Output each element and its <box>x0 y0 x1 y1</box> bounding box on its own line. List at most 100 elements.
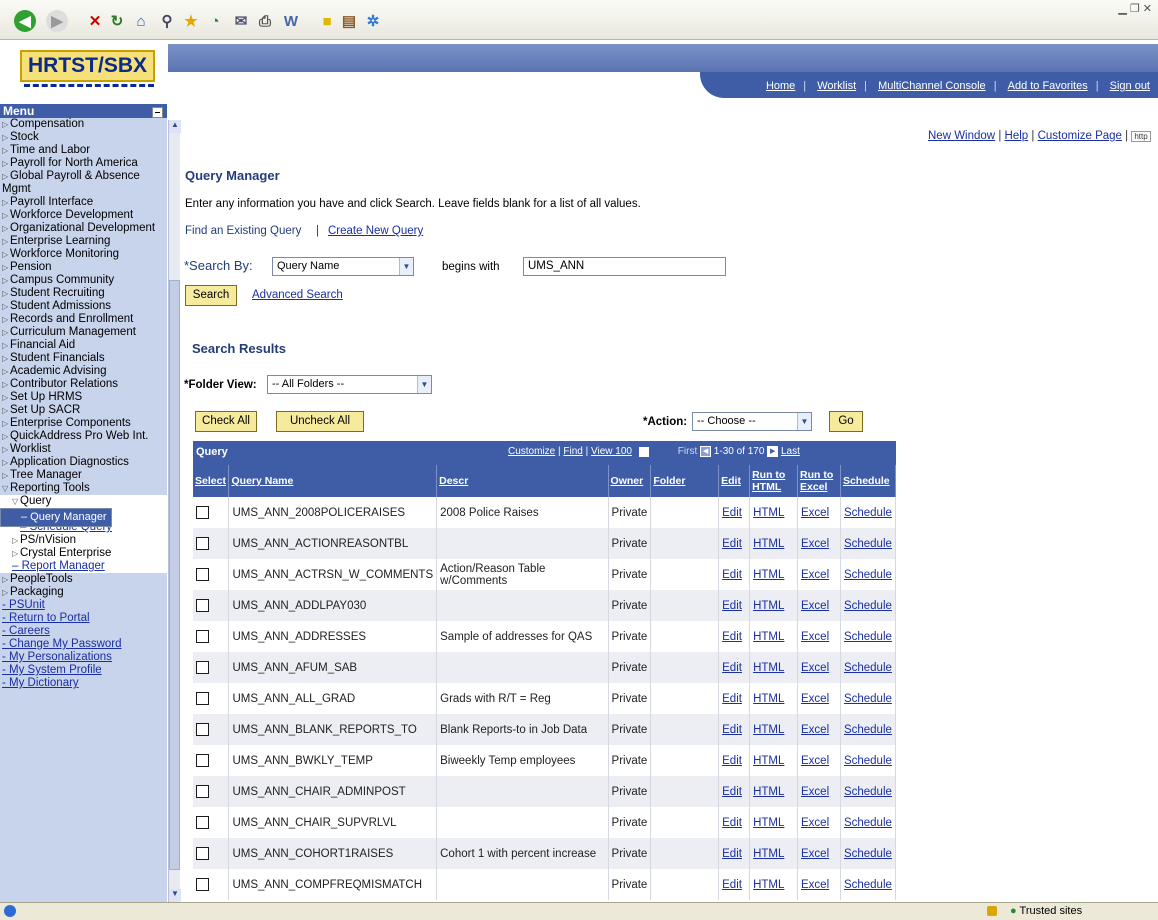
sidebar-scrollbar[interactable]: ▲ ▼ <box>168 120 181 902</box>
edit-link[interactable]: Edit <box>722 786 742 798</box>
edit-link[interactable]: Edit <box>722 662 742 674</box>
search-button[interactable]: Search <box>185 285 237 306</box>
sidebar-item[interactable]: ▷ Set Up SACR <box>0 404 167 417</box>
run-to-html-link[interactable]: HTML <box>753 693 784 705</box>
edit-link[interactable]: Edit <box>722 879 742 891</box>
edit-link[interactable]: Edit <box>722 507 742 519</box>
run-to-excel-link[interactable]: Excel <box>801 755 829 767</box>
sidebar-item[interactable]: ▷ Student Admissions <box>0 300 167 313</box>
column-schedule[interactable]: Schedule <box>840 465 897 497</box>
run-to-html-link[interactable]: HTML <box>753 538 784 550</box>
run-to-excel-link[interactable]: Excel <box>801 631 829 643</box>
messenger-icon[interactable]: ✲ <box>362 10 384 32</box>
run-to-html-link[interactable]: HTML <box>753 848 784 860</box>
run-to-html-link[interactable]: HTML <box>753 507 784 519</box>
first-label[interactable]: First <box>678 446 697 457</box>
sidebar-item[interactable]: – Query Manager <box>0 508 112 527</box>
run-to-html-link[interactable]: HTML <box>753 724 784 736</box>
sidebar-item[interactable]: ▷ Records and Enrollment <box>0 313 167 326</box>
sidebar-item[interactable]: ▷ Packaging <box>0 586 167 599</box>
schedule-link[interactable]: Schedule <box>844 631 892 643</box>
run-to-excel-link[interactable]: Excel <box>801 817 829 829</box>
run-to-html-link[interactable]: HTML <box>753 755 784 767</box>
mail-icon[interactable]: ✉ <box>230 10 252 32</box>
edit-link[interactable]: Edit <box>722 693 742 705</box>
sidebar-item[interactable]: ▷ Workforce Development <box>0 209 167 222</box>
row-checkbox[interactable] <box>196 723 209 736</box>
run-to-excel-link[interactable]: Excel <box>801 848 829 860</box>
edit-link[interactable]: Edit <box>722 724 742 736</box>
row-checkbox[interactable] <box>196 754 209 767</box>
find-existing-query-tab[interactable]: Find an Existing Query <box>185 225 301 237</box>
window-controls[interactable]: ▁ ❐ ✕ <box>1118 2 1152 15</box>
run-to-html-link[interactable]: HTML <box>753 879 784 891</box>
home-link[interactable]: Home <box>766 80 795 92</box>
action-select[interactable]: -- Choose -- ▼ <box>692 412 812 431</box>
run-to-excel-link[interactable]: Excel <box>801 600 829 612</box>
edit-link[interactable]: Edit <box>722 755 742 767</box>
sidebar-item[interactable]: ▷ PS/nVision <box>0 534 167 547</box>
last-link[interactable]: Last <box>781 446 800 457</box>
sidebar-item[interactable]: ▷ Financial Aid <box>0 339 167 352</box>
row-checkbox[interactable] <box>196 692 209 705</box>
sidebar-item[interactable]: ▷ Curriculum Management <box>0 326 167 339</box>
sidebar-item[interactable]: ▽ Query <box>0 495 167 508</box>
chevron-down-icon[interactable]: ▼ <box>797 413 811 430</box>
run-to-excel-link[interactable]: Excel <box>801 693 829 705</box>
run-to-html-link[interactable]: HTML <box>753 817 784 829</box>
customize-page-link[interactable]: Customize Page <box>1038 130 1122 142</box>
sidebar-item[interactable]: ▷ Crystal Enterprise <box>0 547 167 560</box>
sidebar-item[interactable]: ▷ Contributor Relations <box>0 378 167 391</box>
schedule-link[interactable]: Schedule <box>844 538 892 550</box>
scroll-down-icon[interactable]: ▼ <box>169 889 181 902</box>
run-to-html-link[interactable]: HTML <box>753 569 784 581</box>
scroll-thumb[interactable] <box>169 280 180 870</box>
edit-link[interactable]: Edit <box>722 631 742 643</box>
previous-icon[interactable]: ◀ <box>700 446 712 457</box>
row-checkbox[interactable] <box>196 568 209 581</box>
sidebar-item[interactable]: ▷ Organizational Development <box>0 222 167 235</box>
column-edit[interactable]: Edit <box>718 465 751 497</box>
sidebar-item[interactable]: ▷ Set Up HRMS <box>0 391 167 404</box>
sidebar-item[interactable]: ▷ Pension <box>0 261 167 274</box>
sidebar-item[interactable]: ▷ Time and Labor <box>0 144 167 157</box>
row-checkbox[interactable] <box>196 878 209 891</box>
forward-icon[interactable]: ▶ <box>46 10 68 32</box>
back-icon[interactable]: ◀ <box>14 10 36 32</box>
schedule-link[interactable]: Schedule <box>844 507 892 519</box>
add-to-favorites-link[interactable]: Add to Favorites <box>1008 80 1088 92</box>
sidebar-item[interactable]: ▷ Global Payroll & Absence <box>0 170 167 183</box>
run-to-excel-link[interactable]: Excel <box>801 724 829 736</box>
sidebar-item[interactable]: ▷ Application Diagnostics <box>0 456 167 469</box>
sidebar-item[interactable]: ▷ Enterprise Learning <box>0 235 167 248</box>
row-checkbox[interactable] <box>196 661 209 674</box>
sidebar-item[interactable]: ▷ Worklist <box>0 443 167 456</box>
schedule-link[interactable]: Schedule <box>844 693 892 705</box>
advanced-search-link[interactable]: Advanced Search <box>252 289 343 301</box>
print-icon[interactable]: ⎙ <box>254 10 276 32</box>
schedule-link[interactable]: Schedule <box>844 755 892 767</box>
column-descr[interactable]: Descr <box>436 465 609 497</box>
edit-link[interactable]: Edit <box>722 538 742 550</box>
sidebar-item[interactable]: ▷ Compensation <box>0 118 167 131</box>
sidebar-item[interactable]: ▷ Stock <box>0 131 167 144</box>
row-checkbox[interactable] <box>196 630 209 643</box>
sidebar-item[interactable]: - Change My Password <box>0 638 167 651</box>
sidebar-item[interactable]: – Report Manager <box>0 560 167 573</box>
sidebar-item[interactable]: - My System Profile <box>0 664 167 677</box>
edit-icon[interactable]: W <box>280 10 302 32</box>
schedule-link[interactable]: Schedule <box>844 817 892 829</box>
uncheck-all-button[interactable]: Uncheck All <box>276 411 364 432</box>
new-window-link[interactable]: New Window <box>928 130 995 142</box>
sidebar-item[interactable]: ▷ Tree Manager <box>0 469 167 482</box>
schedule-link[interactable]: Schedule <box>844 848 892 860</box>
search-icon[interactable]: ⚲ <box>156 10 178 32</box>
scroll-up-icon[interactable]: ▲ <box>169 120 181 133</box>
row-checkbox[interactable] <box>196 506 209 519</box>
collapse-menu-icon[interactable] <box>152 107 163 118</box>
row-checkbox[interactable] <box>196 847 209 860</box>
sidebar-item[interactable]: ▷ QuickAddress Pro Web Int. <box>0 430 167 443</box>
favorites-icon[interactable]: ★ <box>180 10 202 32</box>
search-input[interactable]: UMS_ANN <box>523 257 726 276</box>
research-icon[interactable]: ▤ <box>338 10 360 32</box>
